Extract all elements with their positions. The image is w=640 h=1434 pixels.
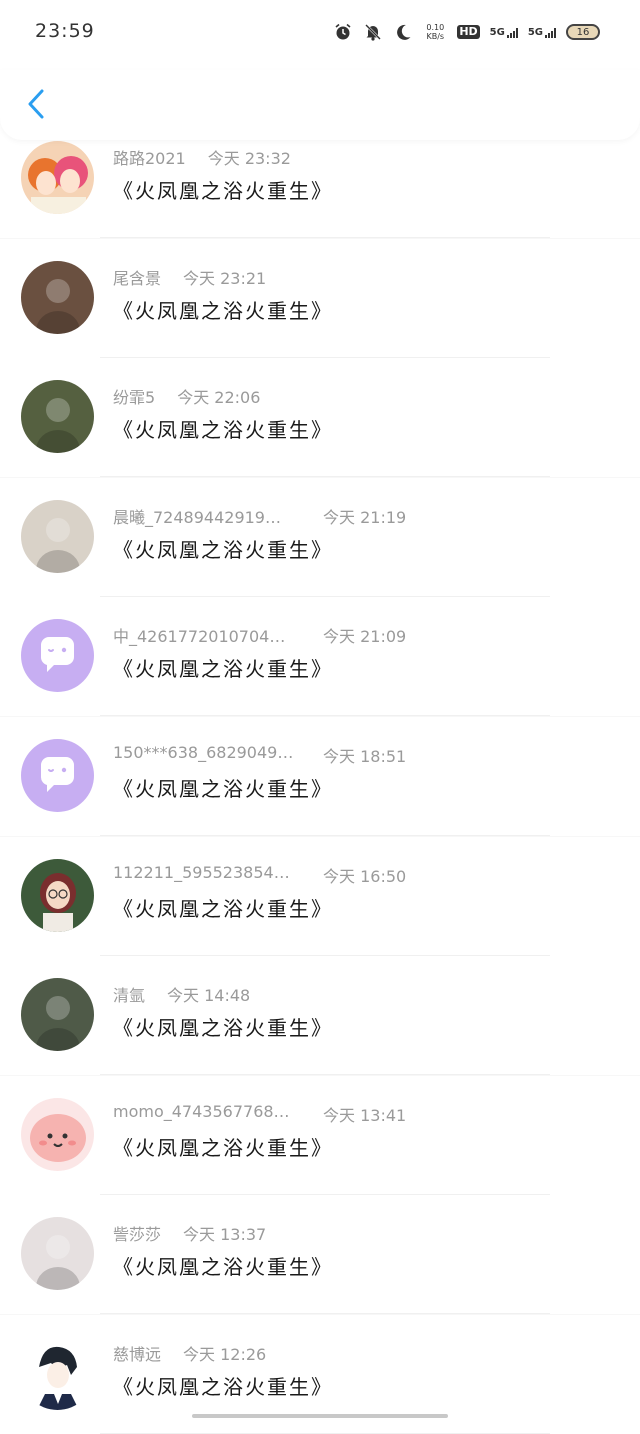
signal-2-label: 5G — [527, 26, 543, 38]
comment-item[interactable]: 晨曦_72489442919… 今天 21:19 《火凤凰之浴火重生》 — [0, 477, 640, 597]
comment-text: 《火凤凰之浴火重生》 — [113, 1375, 333, 1399]
comment-meta: 中_4261772010704… 今天 21:09 — [113, 623, 406, 647]
comment-item[interactable]: 纷霏5 今天 22:06 《火凤凰之浴火重生》 — [0, 358, 640, 478]
photo-avatar[interactable] — [21, 260, 94, 334]
commenter-name[interactable]: 路路2021 — [113, 145, 186, 169]
comment-time: 今天 16:50 — [323, 866, 407, 886]
navigation-bar — [0, 70, 640, 140]
hd-badge: HD — [457, 25, 480, 39]
battery-level: 16 — [576, 26, 590, 38]
comment-text: 《火凤凰之浴火重生》 — [113, 418, 333, 443]
comment-time: 今天 18:51 — [323, 747, 407, 766]
photo-avatar[interactable] — [21, 499, 94, 573]
comment-meta: 慈博远 今天 12:26 — [113, 1341, 266, 1365]
comment-meta: 纷霏5 今天 22:06 — [113, 384, 260, 408]
status-icons: 0.10 KB/s HD 5G 5G 16 — [333, 22, 600, 42]
moon-icon — [393, 22, 413, 42]
comment-item[interactable]: momo_47435677681… 今天 13:41 《火凤凰之浴火重生》 — [0, 1075, 640, 1195]
commenter-name[interactable]: 晨曦_72489442919… — [113, 504, 281, 528]
commenter-name[interactable]: 慈博远 — [113, 1341, 161, 1365]
comment-text: 《火凤凰之浴火重生》 — [113, 896, 333, 921]
photo-avatar[interactable] — [21, 380, 94, 454]
anime-girls-avatar[interactable] — [21, 141, 94, 214]
chevron-left-icon — [28, 89, 44, 119]
network-speed-unit: KB/s — [426, 32, 445, 41]
comment-time: 今天 21:09 — [323, 627, 407, 647]
comment-text: 《火凤凰之浴火重生》 — [113, 657, 333, 682]
comment-time: 今天 13:41 — [323, 1105, 407, 1125]
commenter-name[interactable]: 112211_595523854… — [113, 863, 290, 882]
commenter-name[interactable]: momo_47435677681… — [113, 1102, 298, 1121]
comment-item[interactable]: 150***638_6829049… 今天 18:51 《火凤凰之浴火重生》 — [0, 717, 640, 836]
comment-time: 今天 13:37 — [183, 1225, 267, 1245]
status-bar: 23:59 0.10 KB/s HD 5G 5G 16 — [0, 0, 640, 70]
commenter-name[interactable]: 中_4261772010704… — [113, 623, 285, 647]
commenter-name[interactable]: 尾含景 — [113, 265, 161, 289]
commenter-name[interactable]: 150***638_6829049… — [113, 743, 293, 762]
back-button[interactable] — [18, 84, 54, 124]
comment-time: 今天 14:48 — [167, 986, 251, 1006]
home-indicator[interactable] — [192, 1414, 448, 1418]
comment-meta: 112211_595523854… 今天 16:50 — [113, 863, 406, 886]
comment-text: 《火凤凰之浴火重生》 — [113, 537, 333, 562]
commenter-name[interactable]: 訾莎莎 — [113, 1221, 161, 1245]
comment-time: 今天 21:19 — [323, 507, 407, 527]
comment-meta: momo_47435677681… 今天 13:41 — [113, 1102, 406, 1125]
comment-meta: 路路2021 今天 23:32 — [113, 145, 291, 169]
comment-text: 《火凤凰之浴火重生》 — [113, 298, 333, 323]
photo-avatar[interactable] — [21, 1217, 94, 1291]
status-time: 23:59 — [35, 20, 95, 42]
comment-time: 今天 22:06 — [177, 388, 261, 408]
signal-1-label: 5G — [489, 26, 505, 38]
commenter-name[interactable]: 清氩 — [113, 982, 145, 1006]
commenter-name[interactable]: 纷霏5 — [113, 384, 155, 408]
comment-time: 今天 23:21 — [183, 268, 267, 288]
illustrated-girl-avatar[interactable] — [21, 858, 94, 932]
comment-meta: 清氩 今天 14:48 — [113, 982, 250, 1006]
comment-text: 《火凤凰之浴火重生》 — [113, 1135, 333, 1160]
comment-meta: 晨曦_72489442919… 今天 21:19 — [113, 504, 406, 528]
comment-meta: 訾莎莎 今天 13:37 — [113, 1221, 266, 1245]
default-chat-avatar[interactable] — [21, 739, 94, 812]
network-speed-value: 0.10 — [426, 23, 445, 32]
comment-item[interactable]: 112211_595523854… 今天 16:50 《火凤凰之浴火重生》 — [0, 836, 640, 956]
comment-meta: 尾含景 今天 23:21 — [113, 265, 266, 289]
mute-bell-icon — [363, 22, 383, 42]
comment-meta: 150***638_6829049… 今天 18:51 — [113, 743, 406, 766]
comment-time: 今天 23:32 — [207, 149, 291, 168]
cute-pink-avatar[interactable] — [21, 1097, 94, 1171]
alarm-icon — [333, 22, 353, 42]
comment-item[interactable]: 中_4261772010704… 今天 21:09 《火凤凰之浴火重生》 — [0, 597, 640, 717]
comment-text: 《火凤凰之浴火重生》 — [113, 1016, 333, 1041]
signal-2-icon: 5G — [528, 27, 556, 38]
photo-avatar[interactable] — [21, 978, 94, 1052]
network-speed: 0.10 KB/s — [423, 23, 447, 41]
comment-item[interactable]: 清氩 今天 14:48 《火凤凰之浴火重生》 — [0, 956, 640, 1076]
illustrated-boy-avatar[interactable] — [21, 1337, 94, 1410]
battery-icon: 16 — [566, 24, 600, 40]
comment-text: 《火凤凰之浴火重生》 — [113, 1255, 333, 1280]
comment-text: 《火凤凰之浴火重生》 — [113, 777, 333, 801]
comment-time: 今天 12:26 — [183, 1345, 267, 1364]
comment-item[interactable]: 尾含景 今天 23:21 《火凤凰之浴火重生》 — [0, 238, 640, 358]
signal-1-icon: 5G — [490, 27, 518, 38]
default-chat-avatar[interactable] — [21, 619, 94, 693]
comment-text: 《火凤凰之浴火重生》 — [113, 179, 333, 203]
comment-item[interactable]: 訾莎莎 今天 13:37 《火凤凰之浴火重生》 — [0, 1195, 640, 1315]
